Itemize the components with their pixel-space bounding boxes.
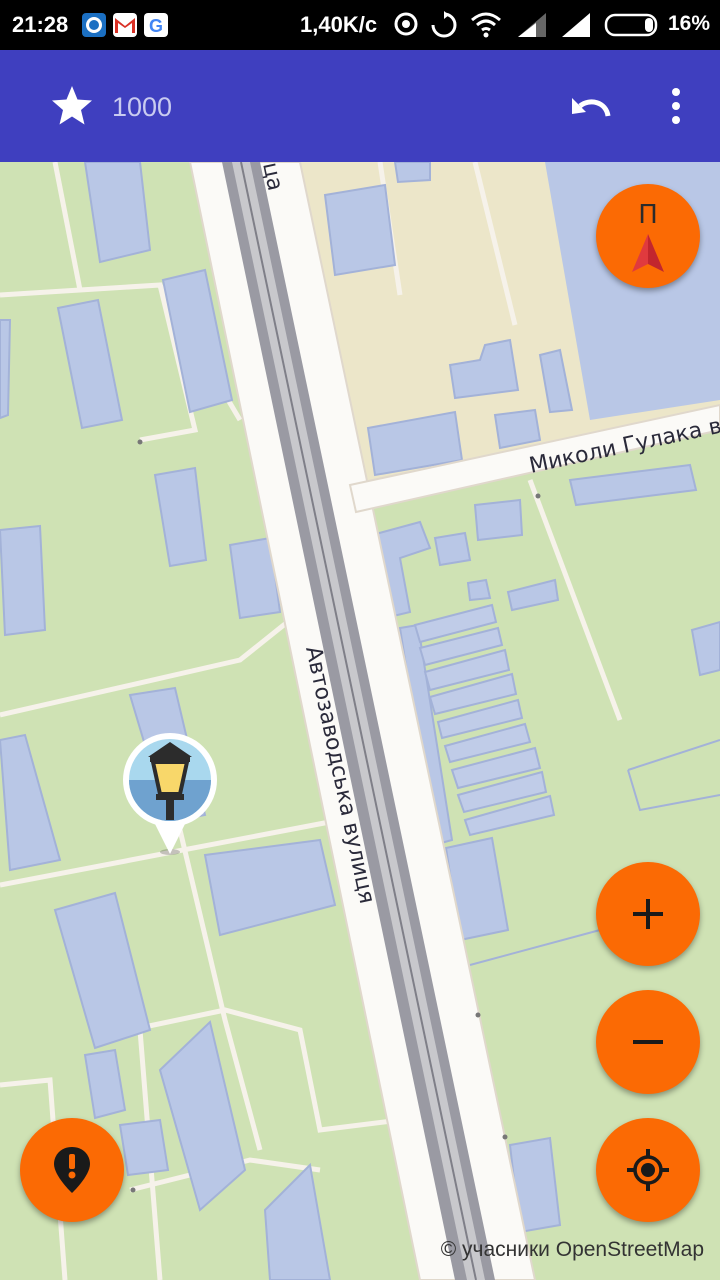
wifi-icon [471, 12, 501, 38]
undo-icon[interactable] [568, 88, 616, 128]
compass-label: П [638, 200, 658, 230]
google-icon: G [144, 13, 168, 37]
signal-icon-2 [562, 13, 590, 37]
alert-marker-icon [54, 1147, 90, 1193]
map-canvas[interactable]: Автозаводська вулиця Миколи Гулака ву иц… [0, 162, 720, 1280]
compass-button[interactable]: П [596, 184, 700, 288]
status-bar: 21:28 G 1,40K/c 16% [0, 0, 720, 50]
app-notification-icon [82, 13, 106, 37]
map-attribution[interactable]: © учасники OpenStreetMap [441, 1238, 704, 1262]
sync-icon [431, 11, 457, 38]
star-icon[interactable] [50, 84, 94, 128]
svg-text:G: G [149, 16, 163, 36]
zoom-in-button[interactable] [596, 862, 700, 966]
street-lamp-marker[interactable] [118, 732, 222, 858]
status-time: 21:28 [12, 12, 69, 37]
signal-icon [518, 13, 546, 37]
report-button[interactable] [20, 1118, 124, 1222]
star-count[interactable]: 1000 [112, 92, 172, 123]
gmail-icon [113, 13, 137, 37]
battery-icon [604, 13, 658, 37]
my-location-button[interactable] [596, 1118, 700, 1222]
overflow-menu-icon[interactable] [664, 86, 688, 126]
north-arrow-icon [632, 234, 664, 272]
minus-icon [633, 1040, 663, 1044]
hotspot-icon [394, 12, 418, 36]
plus-icon [633, 899, 663, 929]
battery-percent: 16% [668, 12, 711, 35]
map-view[interactable]: Автозаводська вулиця Миколи Гулака ву иц… [0, 162, 720, 1280]
zoom-out-button[interactable] [596, 990, 700, 1094]
my-location-icon [627, 1149, 669, 1191]
network-speed: 1,40K/c [300, 12, 378, 37]
